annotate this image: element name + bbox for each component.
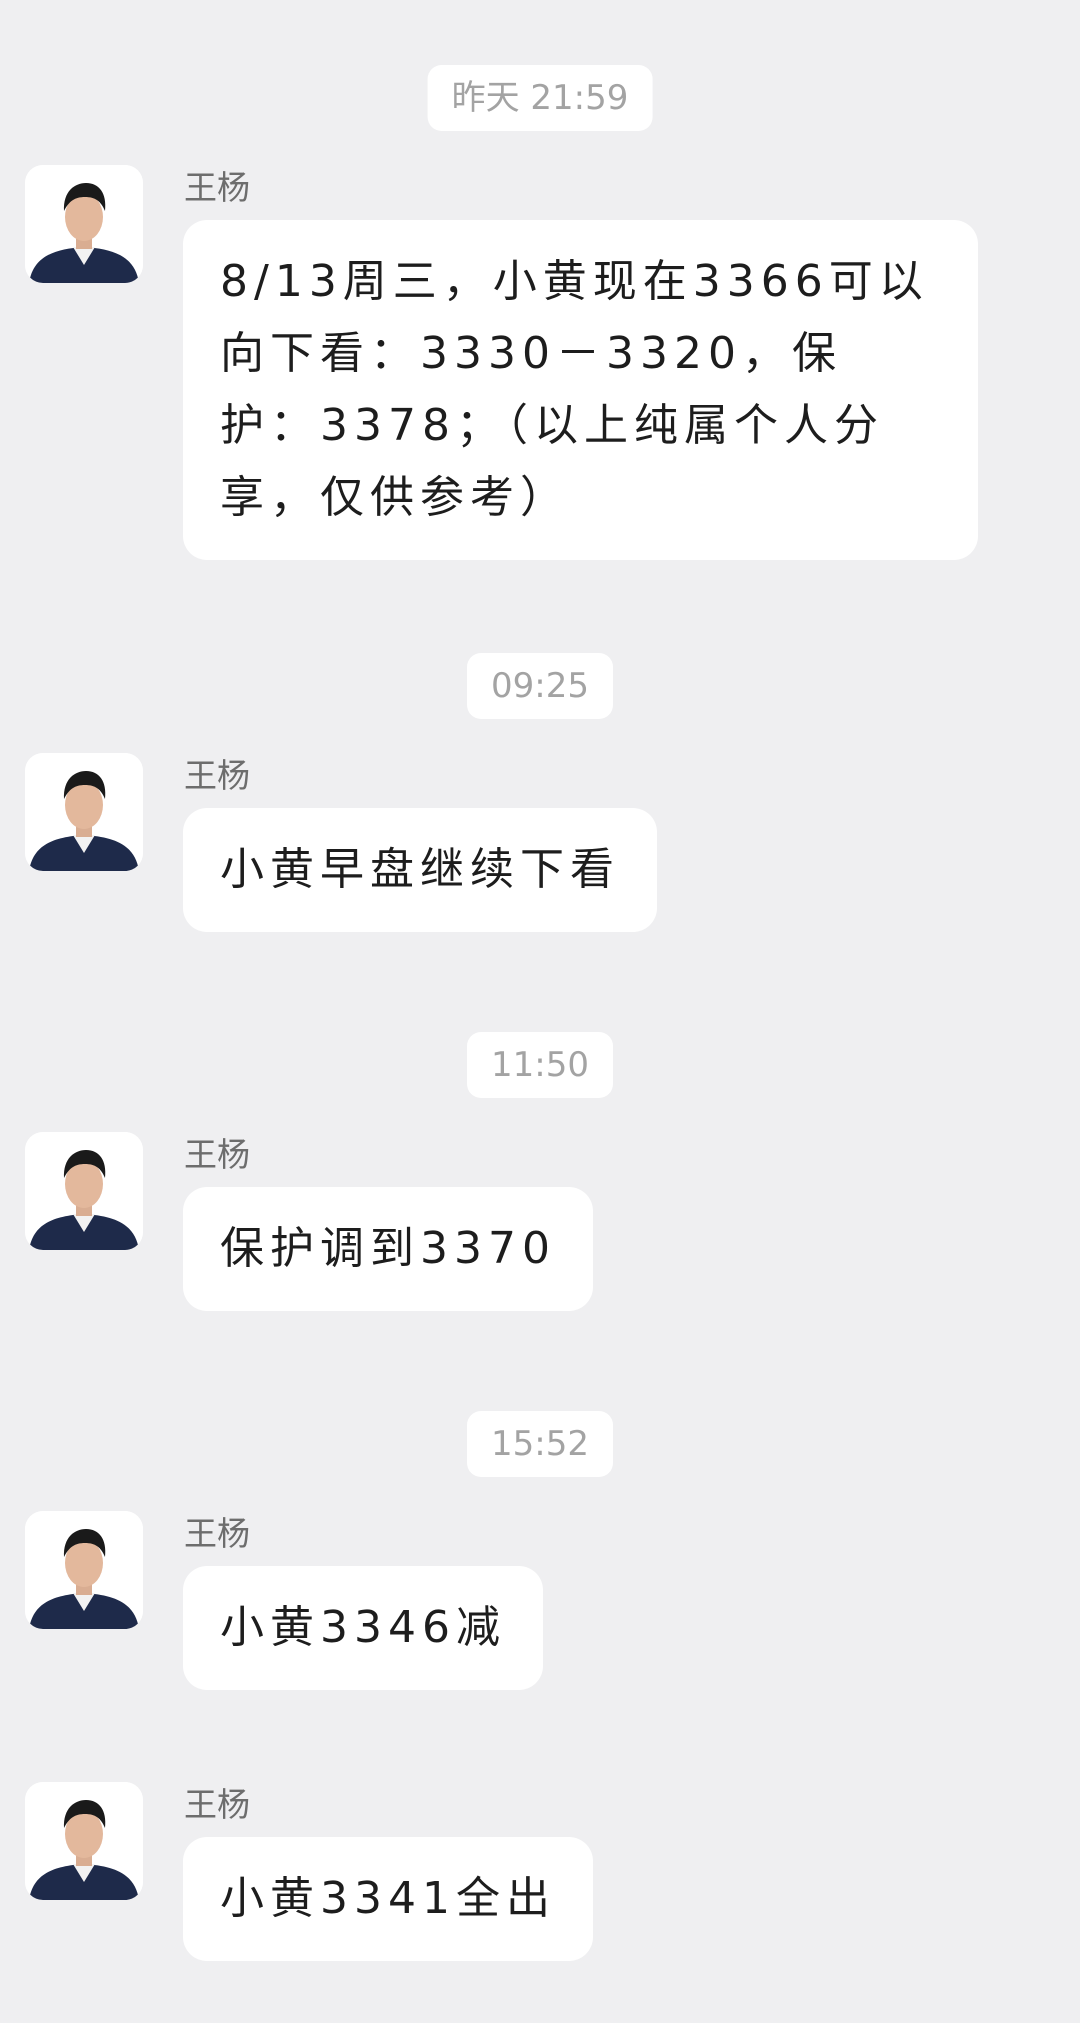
message-bubble[interactable]: 8/13周三，小黄现在3366可以向下看：3330－3320，保护：3378；（… xyxy=(183,220,978,560)
sender-name: 王杨 xyxy=(184,1135,250,1174)
avatar[interactable] xyxy=(25,753,143,871)
timestamp-divider: 09:25 xyxy=(467,653,613,719)
avatar[interactable] xyxy=(25,1132,143,1250)
sender-name: 王杨 xyxy=(184,756,250,795)
message-bubble[interactable]: 小黄早盘继续下看 xyxy=(183,808,657,932)
sender-name: 王杨 xyxy=(184,168,250,207)
timestamp-divider: 15:52 xyxy=(467,1411,613,1477)
avatar[interactable] xyxy=(25,1782,143,1900)
avatar[interactable] xyxy=(25,165,143,283)
sender-name: 王杨 xyxy=(184,1514,250,1553)
avatar[interactable] xyxy=(25,1511,143,1629)
profile-photo-icon xyxy=(25,1511,143,1629)
chat-history[interactable]: 昨天 21:59 王杨 8/13周三，小黄现在3366可以向下看：3330－33… xyxy=(0,0,1080,2023)
profile-photo-icon xyxy=(25,753,143,871)
message-bubble[interactable]: 小黄3346减 xyxy=(183,1566,543,1690)
timestamp-divider: 昨天 21:59 xyxy=(427,65,653,131)
sender-name: 王杨 xyxy=(184,1785,250,1824)
message-bubble[interactable]: 保护调到3370 xyxy=(183,1187,593,1311)
profile-photo-icon xyxy=(25,165,143,283)
message-bubble[interactable]: 小黄3341全出 xyxy=(183,1837,593,1961)
profile-photo-icon xyxy=(25,1782,143,1900)
timestamp-divider: 11:50 xyxy=(467,1032,613,1098)
profile-photo-icon xyxy=(25,1132,143,1250)
